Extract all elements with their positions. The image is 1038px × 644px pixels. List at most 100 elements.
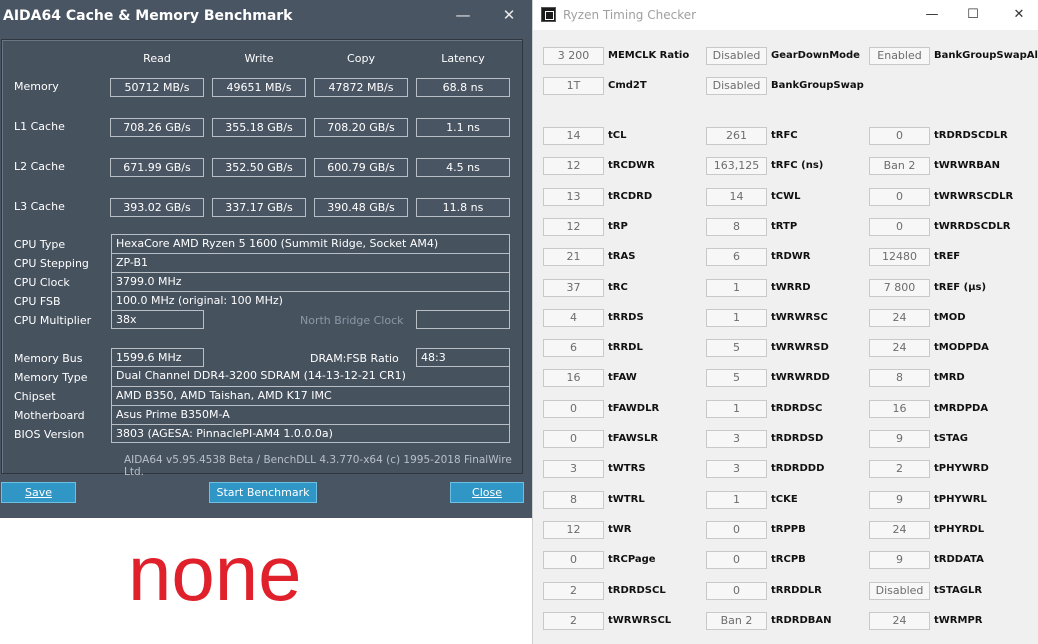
tmrd-label: tMRD xyxy=(934,372,965,384)
cpu-multiplier-label: CPU Multiplier xyxy=(14,314,92,327)
maximize-button[interactable]: ☐ xyxy=(958,6,988,24)
trdrdsd-label: tRDRDSD xyxy=(771,433,824,444)
chipset-value: AMD B350, AMD Taishan, AMD K17 IMC xyxy=(111,386,510,405)
benchmark-copy-value: 600.79 GB/s xyxy=(314,158,408,177)
column-header-copy: Copy xyxy=(347,52,375,65)
tras-value: 21 xyxy=(543,248,604,267)
bios-version-value: 3803 (AGESA: PinnaclePI-AM4 1.0.0.0a) xyxy=(111,424,510,443)
start-benchmark-button[interactable]: Start Benchmark xyxy=(209,482,317,503)
tcke-label: tCKE xyxy=(771,493,798,505)
geardownmode-label: GearDownMode xyxy=(771,50,860,61)
benchmark-row-label: Memory xyxy=(14,80,59,93)
tref-s-value: 7 800 xyxy=(869,278,930,297)
bankgroupswapalt-label: BankGroupSwapAlt xyxy=(934,50,1038,61)
trdrdscdlr-label: tRDRDSCDLR xyxy=(934,130,1008,141)
cpu-fsb-label: CPU FSB xyxy=(14,295,61,308)
trrds-value: 4 xyxy=(543,308,604,327)
north-bridge-clock-value xyxy=(416,310,510,329)
app-icon xyxy=(541,7,556,22)
benchmark-write-value: 49651 MB/s xyxy=(212,78,306,97)
tfawslr-label: tFAWSLR xyxy=(608,433,659,444)
cpu-multiplier-value: 38x xyxy=(111,310,204,329)
benchmark-copy-value: 390.48 GB/s xyxy=(314,198,408,217)
twrwrsc-label: tWRWRSC xyxy=(771,311,828,323)
twrwrdd-label: tWRWRDD xyxy=(771,372,830,384)
tfawdlr-value: 0 xyxy=(543,399,604,418)
benchmark-copy-value: 708.20 GB/s xyxy=(314,118,408,137)
trtp-value: 8 xyxy=(706,217,767,236)
twtrs-value: 3 xyxy=(543,460,604,479)
tphyrdl-label: tPHYRDL xyxy=(934,523,985,535)
trcpage-label: tRCPage xyxy=(608,554,656,566)
memory-bus-label: Memory Bus xyxy=(14,352,83,365)
tphywrd-label: tPHYWRD xyxy=(934,463,989,475)
close-button[interactable]: Close xyxy=(450,482,524,503)
memclk-ratio-value: 3 200 xyxy=(543,47,604,65)
trrdl-value: 6 xyxy=(543,339,604,358)
twrwrscl-value: 2 xyxy=(543,611,604,630)
benchmark-write-value: 337.17 GB/s xyxy=(212,198,306,217)
trfc-ns-label: tRFC (ns) xyxy=(771,160,824,172)
twr-value: 12 xyxy=(543,520,604,539)
tphywrl-label: tPHYWRL xyxy=(934,493,987,505)
benchmark-latency-value: 4.5 ns xyxy=(416,158,510,177)
tfaw-label: tFAW xyxy=(608,372,637,384)
benchmark-read-value: 50712 MB/s xyxy=(110,78,204,97)
twrwrscl-label: tWRWRSCL xyxy=(608,614,672,626)
tcl-label: tCL xyxy=(608,130,627,141)
tphywrl-value: 9 xyxy=(869,490,930,509)
tstaglr-value: Disabled xyxy=(869,581,930,600)
benchmark-write-value: 352.50 GB/s xyxy=(212,158,306,177)
aida64-window: AIDA64 Cache & Memory Benchmark — ✕ Read… xyxy=(0,0,532,518)
tmodpda-label: tMODPDA xyxy=(934,342,989,354)
trdrdsc-label: tRDRDSC xyxy=(771,402,823,414)
memory-bus-value: 1599.6 MHz xyxy=(111,348,204,367)
tmodpda-value: 24 xyxy=(869,339,930,358)
trdrddd-label: tRDRDDD xyxy=(771,463,825,475)
trtp-label: tRTP xyxy=(771,220,798,232)
save-button-label: Save xyxy=(24,486,52,499)
close-window-button[interactable]: ✕ xyxy=(1004,6,1034,24)
trddata-label: tRDDATA xyxy=(934,554,984,566)
tphywrd-value: 2 xyxy=(869,460,930,479)
cpu-type-label: CPU Type xyxy=(14,238,66,251)
benchmark-latency-value: 11.8 ns xyxy=(416,198,510,217)
dram-fsb-ratio-value: 48:3 xyxy=(416,348,510,367)
tstag-value: 9 xyxy=(869,430,930,448)
cpu-fsb-value: 100.0 MHz (original: 100 MHz) xyxy=(111,291,510,310)
bankgroupswap-value: Disabled xyxy=(706,77,767,95)
save-button[interactable]: Save xyxy=(1,482,76,503)
trrddlr-value: 0 xyxy=(706,581,767,600)
twrwrscdlr-label: tWRWRSCDLR xyxy=(934,190,1014,202)
twrmpr-label: tWRMPR xyxy=(934,614,983,626)
cpu-stepping-label: CPU Stepping xyxy=(14,257,89,270)
benchmark-row-label: L2 Cache xyxy=(14,160,65,173)
trc-label: tRC xyxy=(608,281,628,293)
column-header-write: Write xyxy=(244,52,274,65)
trrds-label: tRRDS xyxy=(608,311,644,323)
rtc-window-title: Ryzen Timing Checker xyxy=(563,8,697,22)
trp-label: tRP xyxy=(608,220,628,232)
trfc-ns-value: 163,125 xyxy=(706,157,767,176)
minimize-button[interactable]: — xyxy=(917,6,947,24)
trppb-label: tRPPB xyxy=(771,523,806,535)
twrwrdd-value: 5 xyxy=(706,369,767,388)
benchmark-latency-value: 68.8 ns xyxy=(416,78,510,97)
tcl-value: 14 xyxy=(543,127,604,145)
twrwrsc-value: 1 xyxy=(706,308,767,327)
trdrdsd-value: 3 xyxy=(706,430,767,448)
twr-label: tWR xyxy=(608,523,632,535)
trdwr-label: tRDWR xyxy=(771,251,811,263)
rtc-titlebar: Ryzen Timing Checker — ☐ ✕ xyxy=(533,0,1038,30)
trcdwr-value: 12 xyxy=(543,157,604,176)
minimize-button[interactable]: — xyxy=(448,5,478,25)
twrwrscdlr-value: 0 xyxy=(869,187,930,206)
tref-s-label: tREF (µs) xyxy=(934,281,987,293)
trddata-value: 9 xyxy=(869,551,930,570)
twrwrsd-value: 5 xyxy=(706,339,767,358)
tras-label: tRAS xyxy=(608,251,636,263)
tref-value: 12480 xyxy=(869,248,930,267)
trfc-label: tRFC xyxy=(771,130,798,141)
close-window-button[interactable]: ✕ xyxy=(494,5,524,25)
trdwr-value: 6 xyxy=(706,248,767,267)
